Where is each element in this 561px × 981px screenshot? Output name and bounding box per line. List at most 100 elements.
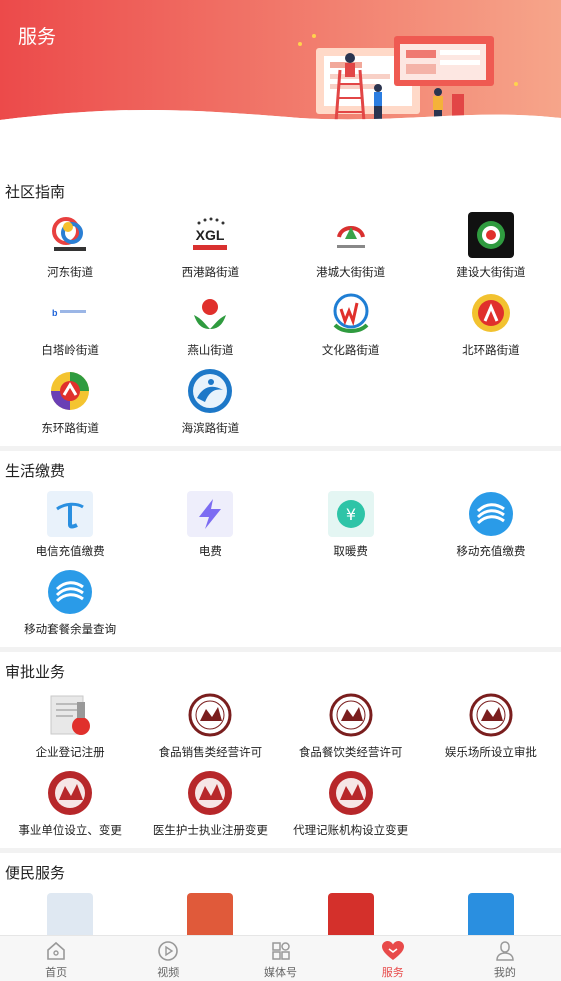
tab-label: 我的 <box>493 966 516 979</box>
section-convenience: 便民服务 <box>0 853 561 935</box>
service-item-beihuan[interactable]: 北环路街道 <box>421 290 561 368</box>
service-item-electricity[interactable]: 电费 <box>140 491 280 569</box>
section-community-guide: 社区指南 河东街道 XGL 西港路街道 港城大街街道 建设大街街道 b 白塔岭街… <box>0 150 561 446</box>
user-icon <box>496 941 514 961</box>
service-item-label: 海滨路街道 <box>181 421 240 435</box>
service-item-jianshe[interactable]: 建设大街街道 <box>421 212 561 290</box>
service-item-label: 文化路街道 <box>321 343 380 357</box>
service-item-label: 食品餐饮类经营许可 <box>298 745 403 759</box>
service-item-gangcheng[interactable]: 港城大街街道 <box>281 212 421 290</box>
section-title: 生活缴费 <box>5 462 66 480</box>
tab-label: 首页 <box>45 966 68 979</box>
heart-icon <box>381 941 404 960</box>
tab-video[interactable]: 视频 <box>112 936 224 981</box>
home-icon <box>47 941 65 960</box>
tab-profile[interactable]: 我的 <box>449 936 561 981</box>
baitaling-logo-icon: b <box>47 290 93 336</box>
service-item-label: 西港路街道 <box>181 265 240 279</box>
service-item-convenience-4[interactable] <box>421 893 561 935</box>
service-item-label: 医生护士执业注册变更 <box>152 823 268 837</box>
seal-icon <box>187 692 233 738</box>
service-item-donghuan[interactable]: 东环路街道 <box>0 368 140 446</box>
service-item-label: 娱乐场所设立审批 <box>444 745 537 759</box>
telecom-icon <box>47 491 94 537</box>
play-icon <box>158 941 179 961</box>
service-item-wenhua[interactable]: 文化路街道 <box>281 290 421 368</box>
section-title: 社区指南 <box>5 183 66 201</box>
convenience-grid <box>0 893 561 935</box>
service-item-label: 取暖费 <box>333 544 368 558</box>
service-item-convenience-2[interactable] <box>140 893 280 935</box>
service-item-telecom[interactable]: 电信充值缴费 <box>0 491 140 569</box>
tab-label: 服务 <box>381 966 404 979</box>
service-item-bookkeeping-agency[interactable]: 代理记账机构设立变更 <box>281 770 421 848</box>
tab-home[interactable]: 首页 <box>0 936 112 981</box>
service-item-xigang[interactable]: XGL 西港路街道 <box>140 212 280 290</box>
tab-services[interactable]: 服务 <box>337 936 449 981</box>
service-item-institution-setup[interactable]: 事业单位设立、变更 <box>0 770 140 848</box>
service-item-heating[interactable]: ¥ 取暖费 <box>281 491 421 569</box>
service-item-enterprise-registration[interactable]: 企业登记注册 <box>0 692 140 770</box>
page-title: 服务 <box>18 26 57 48</box>
service-item-baitaling[interactable]: b 白塔岭街道 <box>0 290 140 368</box>
tab-label: 媒体号 <box>264 966 297 979</box>
convenience-icon <box>187 893 234 935</box>
bottom-tabbar: 首页 视频 媒体号 服务 我的 <box>0 935 561 981</box>
xgl-logo-icon: XGL <box>187 212 233 258</box>
yanshan-logo-icon <box>187 290 233 336</box>
lightning-icon <box>187 491 234 537</box>
community-grid: 河东街道 XGL 西港路街道 港城大街街道 建设大街街道 b 白塔岭街道 燕山街… <box>0 212 561 446</box>
service-item-label: 移动充值缴费 <box>456 544 526 558</box>
wenhua-logo-icon <box>328 290 374 336</box>
service-item-label: 北环路街道 <box>462 343 520 357</box>
document-stamp-icon <box>47 692 93 738</box>
service-item-mobile-recharge[interactable]: 移动充值缴费 <box>421 491 561 569</box>
service-item-entertainment-approval[interactable]: 娱乐场所设立审批 <box>421 692 561 770</box>
grid-icon <box>271 942 290 960</box>
jianshe-logo-icon <box>467 212 514 258</box>
convenience-icon <box>47 893 94 935</box>
service-item-doctor-nurse-registration[interactable]: 医生护士执业注册变更 <box>140 770 280 848</box>
seal-icon <box>328 692 374 738</box>
tab-media[interactable]: 媒体号 <box>224 936 336 981</box>
donghuan-logo-icon <box>47 368 93 414</box>
convenience-icon <box>467 893 514 935</box>
service-item-yanshan[interactable]: 燕山街道 <box>140 290 280 368</box>
hedong-logo-icon <box>47 212 93 258</box>
service-item-convenience-3[interactable] <box>281 893 421 935</box>
heating-fee-icon: ¥ <box>327 491 374 537</box>
section-title: 审批业务 <box>5 663 66 681</box>
service-content[interactable]: 社区指南 河东街道 XGL 西港路街道 港城大街街道 建设大街街道 b 白塔岭街… <box>0 150 561 935</box>
service-item-label: 电费 <box>198 544 222 558</box>
service-item-hedong[interactable]: 河东街道 <box>0 212 140 290</box>
haibin-logo-icon <box>187 368 233 414</box>
approval-grid: 企业登记注册 食品销售类经营许可 食品餐饮类经营许可 娱乐场所设立审批 事业单位… <box>0 692 561 848</box>
section-approval: 审批业务 企业登记注册 食品销售类经营许可 食品餐饮类经营许可 娱乐场所设立审批… <box>0 652 561 848</box>
svg-text:¥: ¥ <box>346 505 356 524</box>
service-item-label: 港城大街街道 <box>316 265 386 279</box>
service-item-label: 燕山街道 <box>187 343 234 357</box>
service-item-label: 河东街道 <box>47 265 94 279</box>
section-life-payment: 生活缴费 电信充值缴费 电费 ¥ 取暖费 移动充值缴费 移动套餐余量查询 <box>0 451 561 647</box>
convenience-icon <box>327 893 374 935</box>
service-item-haibin[interactable]: 海滨路街道 <box>140 368 280 446</box>
service-item-mobile-plan-query[interactable]: 移动套餐余量查询 <box>0 569 140 647</box>
service-item-food-catering-license[interactable]: 食品餐饮类经营许可 <box>281 692 421 770</box>
service-item-label: 事业单位设立、变更 <box>18 823 122 837</box>
red-seal-icon <box>47 770 93 816</box>
section-title: 便民服务 <box>5 864 66 882</box>
china-mobile-icon <box>47 569 93 615</box>
service-item-label: 电信充值缴费 <box>35 544 105 558</box>
beihuan-logo-icon <box>468 290 514 336</box>
red-seal-icon <box>328 770 374 816</box>
service-item-convenience-1[interactable] <box>0 893 140 935</box>
service-item-label: 食品销售类经营许可 <box>158 745 263 759</box>
service-item-label: 代理记账机构设立变更 <box>293 823 409 837</box>
service-item-food-sales-license[interactable]: 食品销售类经营许可 <box>140 692 280 770</box>
service-item-label: 企业登记注册 <box>35 745 105 759</box>
service-item-label: 东环路街道 <box>41 421 99 435</box>
svg-text:XGL: XGL <box>196 227 225 243</box>
payment-grid: 电信充值缴费 电费 ¥ 取暖费 移动充值缴费 移动套餐余量查询 <box>0 491 561 647</box>
svg-text:b: b <box>52 308 58 318</box>
red-seal-icon <box>187 770 233 816</box>
